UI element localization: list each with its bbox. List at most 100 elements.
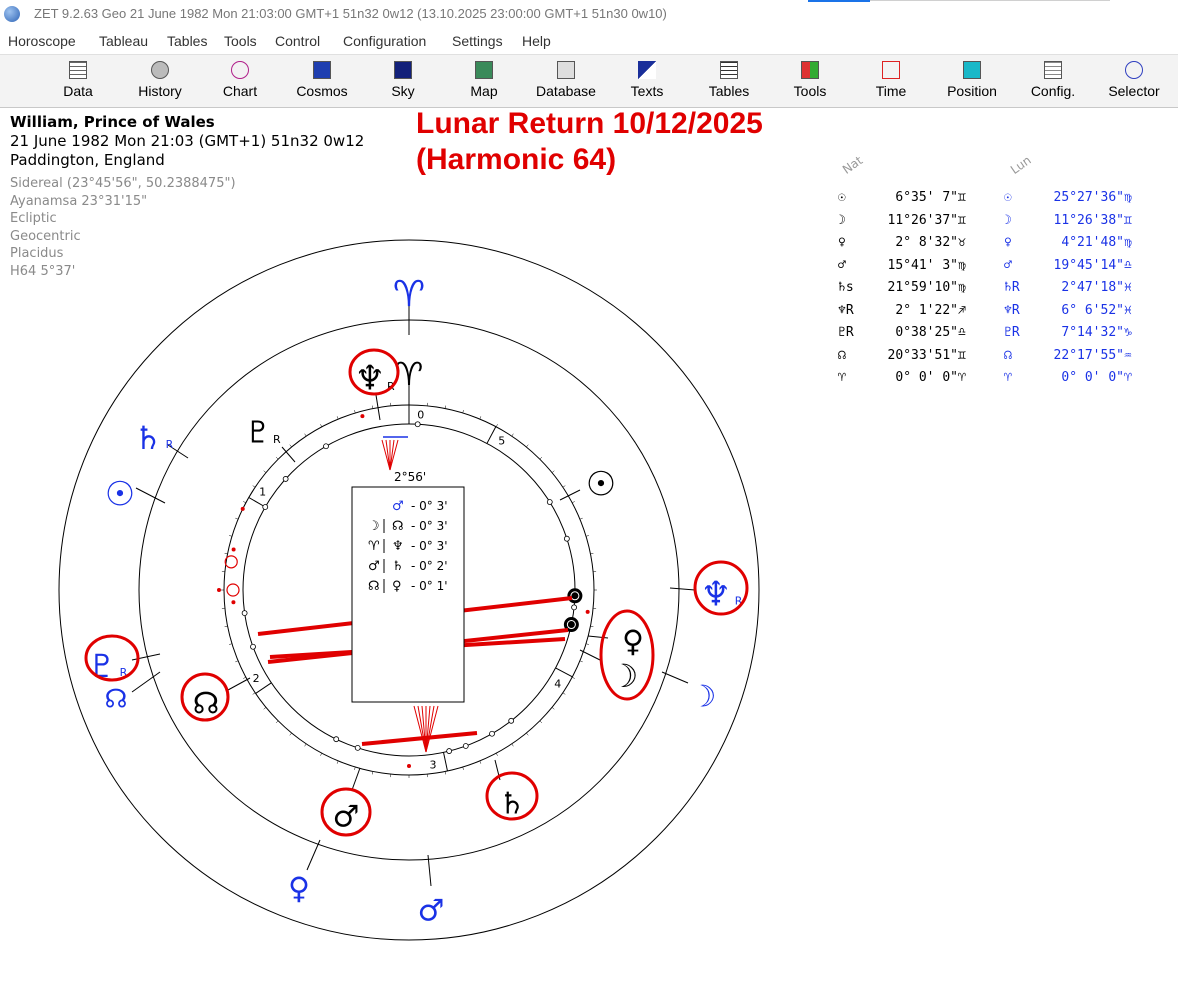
aspect-line <box>361 731 478 746</box>
degree-tick <box>252 485 256 488</box>
lunar-pluto-retrograde: R <box>273 433 281 446</box>
aspect-orb: - 0° 2' <box>411 559 448 573</box>
degree-tick <box>479 760 482 764</box>
house-label: 3 <box>429 758 436 771</box>
planet-marker-dot <box>250 643 256 650</box>
planet-marker-dot <box>462 743 469 749</box>
planet-marker-dot <box>241 610 248 617</box>
aspect-orb: - 0° 3' <box>411 539 448 553</box>
red-marker-dot <box>231 547 236 552</box>
aspect-planet-1: ☊ <box>368 579 380 594</box>
house-cusp-line <box>443 752 448 772</box>
planet-marker-dot <box>571 604 577 611</box>
aspect-planet-2: ♆ <box>392 539 404 554</box>
aspect-orb: - 0° 3' <box>411 499 448 513</box>
degree-tick <box>289 732 292 736</box>
degree-tick <box>585 535 589 537</box>
natal-venus-pointer <box>306 839 321 871</box>
aspect-ray <box>385 439 391 471</box>
degree-tick <box>320 753 323 756</box>
degree-tick <box>243 676 246 679</box>
degree-tick <box>304 433 307 437</box>
degree-tick <box>263 707 267 710</box>
angle-label: 2°56' <box>394 470 426 484</box>
degree-tick <box>372 405 374 409</box>
lunar-mars-pointer <box>351 767 361 791</box>
natal-node-glyph: ☊ <box>104 685 127 715</box>
degree-tick <box>444 771 446 775</box>
natal-mars-glyph: ♂ <box>418 894 445 929</box>
natal-node-pointer <box>131 671 161 693</box>
planet-marker-dot <box>563 535 570 542</box>
lunar-mars-glyph: ♂ <box>333 800 360 835</box>
natal-neptune-pointer <box>669 587 696 591</box>
degree-tick <box>235 517 239 520</box>
aspect-planet-2: ♄ <box>392 559 404 574</box>
natal-sun-glyph: ☉ <box>105 475 135 515</box>
degree-tick <box>462 410 464 414</box>
degree-tick <box>590 553 594 555</box>
degree-tick <box>511 433 514 437</box>
degree-tick <box>336 416 339 420</box>
degree-tick <box>224 625 228 627</box>
degree-tick <box>243 501 246 504</box>
degree-tick <box>579 660 583 663</box>
aspect-ray <box>425 705 435 753</box>
degree-tick <box>562 485 566 488</box>
red-marker-ring <box>224 555 238 569</box>
degree-tick <box>252 692 256 695</box>
planet-marker-dot <box>333 736 340 743</box>
degree-tick <box>320 424 323 427</box>
planet-marker-dot <box>446 748 453 754</box>
lunar-venus-pointer <box>587 635 609 639</box>
aspect-planet-2: ☊ <box>392 519 404 534</box>
red-marker-dot <box>585 609 590 614</box>
natal-pluto-pointer <box>131 653 161 661</box>
lunar-node-pointer <box>227 677 251 691</box>
degree-tick <box>304 743 307 747</box>
degree-tick <box>479 416 482 420</box>
aspect-ray <box>417 705 427 753</box>
aspect-ray <box>389 439 395 471</box>
degree-tick <box>263 470 267 473</box>
degree-tick <box>572 501 575 504</box>
degree-tick <box>526 444 529 448</box>
degree-tick <box>354 766 356 770</box>
aspect-ray <box>381 439 391 471</box>
degree-tick <box>551 470 555 473</box>
house-cusp-line <box>486 426 497 444</box>
aspect-planet-1: ♈ <box>368 539 380 554</box>
degree-tick <box>444 405 446 409</box>
degree-tick <box>224 553 228 555</box>
aspect-planet-1: ☽ <box>368 519 380 534</box>
planet-marker-dot <box>489 730 495 737</box>
lunar-sun-glyph: ☉ <box>586 465 616 505</box>
lunar-moon-glyph: ☽ <box>610 657 639 695</box>
degree-tick <box>336 760 339 764</box>
planet-marker-dot <box>414 421 421 428</box>
red-marker-ring <box>226 583 240 597</box>
natal-moon-glyph: ☽ <box>690 680 717 715</box>
red-marker-dot <box>360 414 365 419</box>
degree-tick <box>495 753 498 756</box>
degree-tick <box>354 410 356 414</box>
planet-marker-dot <box>262 504 269 510</box>
degree-tick <box>495 424 498 427</box>
planet-marker-dot <box>354 744 361 751</box>
aspect-ray <box>389 439 399 471</box>
natal-moon-pointer <box>661 671 689 684</box>
red-marker-dot <box>240 506 245 511</box>
planet-marker-dot <box>323 443 329 450</box>
natal-sun-pointer <box>135 487 166 504</box>
planet-marker-dot <box>508 717 515 724</box>
conjunction-marker <box>567 588 583 604</box>
degree-tick <box>289 444 292 448</box>
degree-tick <box>511 743 514 747</box>
lunar-moon-pointer <box>579 649 601 661</box>
degree-tick <box>539 720 543 724</box>
degree-tick <box>275 456 279 460</box>
degree-tick <box>526 732 529 736</box>
degree-tick <box>462 766 464 770</box>
red-marker-dot <box>231 600 236 605</box>
degree-tick <box>372 771 374 775</box>
